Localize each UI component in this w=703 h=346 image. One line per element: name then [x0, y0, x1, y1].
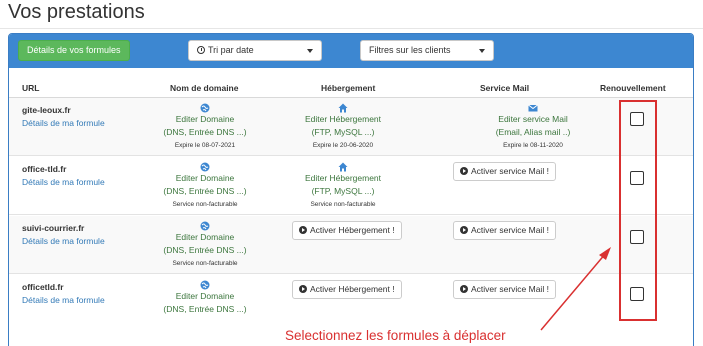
annotation-arrow: [540, 247, 611, 331]
annotation-text: Selectionnez les formules à déplacer: [285, 328, 506, 343]
